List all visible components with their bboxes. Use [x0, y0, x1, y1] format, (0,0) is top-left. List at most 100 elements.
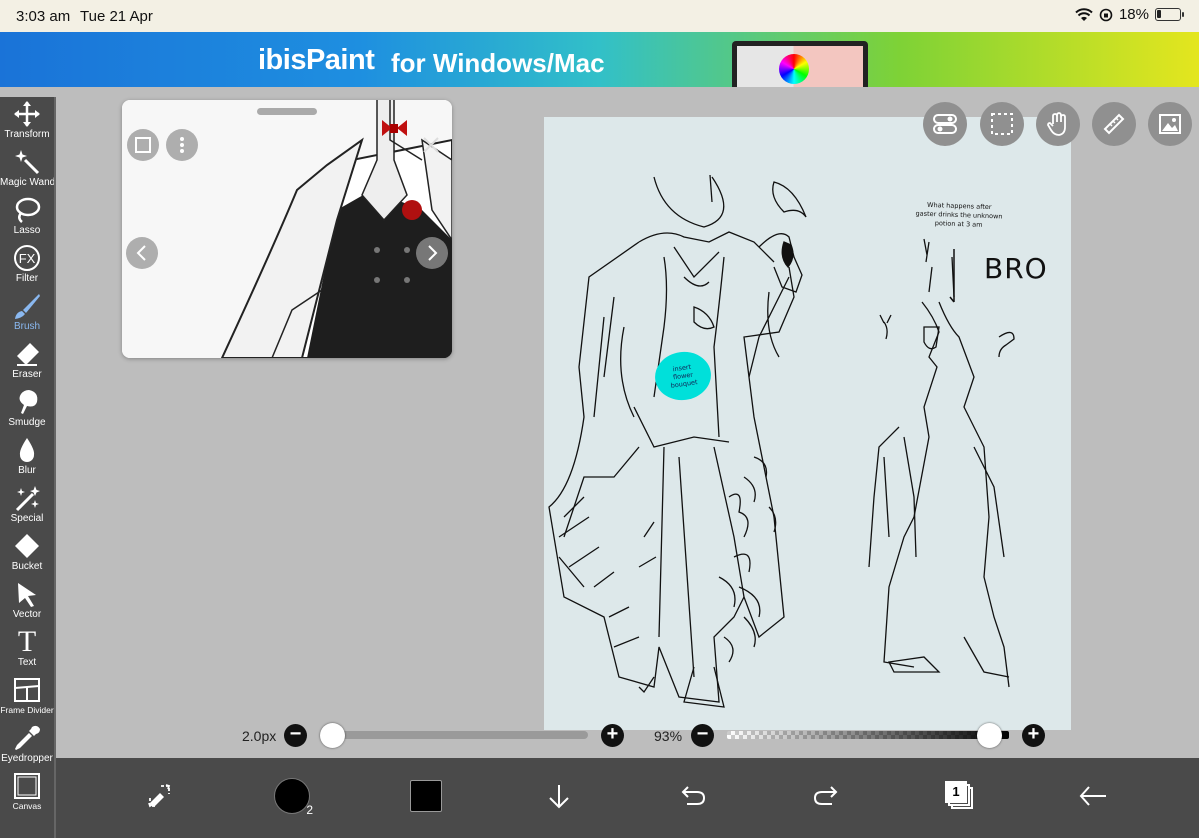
- tool-bucket[interactable]: Bucket: [0, 529, 54, 577]
- ruler-icon: [1103, 113, 1125, 135]
- tool-lasso[interactable]: Lasso: [0, 193, 54, 241]
- tool-label: Filter: [15, 273, 39, 284]
- back-button[interactable]: [1065, 768, 1121, 824]
- hand-icon: [1047, 112, 1066, 136]
- tool-label: Frame Divider: [0, 705, 54, 715]
- brush-size-slider-thumb[interactable]: [320, 723, 345, 748]
- status-icons: 18%: [1075, 6, 1184, 23]
- brush-size-decrease-button[interactable]: −: [284, 724, 307, 747]
- tool-eraser[interactable]: Eraser: [0, 337, 54, 385]
- bucket-icon: [15, 534, 39, 558]
- tool-label: Text: [17, 657, 37, 668]
- blur-icon: [19, 438, 35, 462]
- chevron-right-icon: [428, 245, 438, 261]
- close-icon: [423, 137, 439, 153]
- brush-icon: [15, 294, 40, 319]
- more-options-button[interactable]: [166, 129, 198, 161]
- brush-size-increase-button[interactable]: +: [601, 724, 624, 747]
- tool-label: Bucket: [11, 561, 43, 572]
- banner-tagline: for Windows/Mac: [391, 48, 605, 78]
- opacity-increase-button[interactable]: +: [1022, 724, 1045, 747]
- monitor-image: [732, 41, 868, 87]
- tool-label: Magic Wand: [0, 177, 56, 188]
- tool-label: Eyedropper: [1, 753, 53, 764]
- ad-banner[interactable]: ibisPaint for Windows/Mac: [0, 32, 1199, 87]
- canvas-icon: [14, 773, 40, 799]
- wifi-icon: [1075, 7, 1093, 21]
- tool-filter[interactable]: FX Filter: [0, 241, 54, 289]
- next-image-button[interactable]: [416, 237, 448, 269]
- tool-label: Smudge: [8, 417, 46, 428]
- toggle-icon: [933, 114, 957, 134]
- banner-brand: ibisPaint: [258, 44, 375, 76]
- tool-magic-wand[interactable]: Magic Wand: [0, 145, 56, 193]
- selection-icon: [991, 113, 1013, 135]
- tool-canvas[interactable]: Canvas: [0, 769, 54, 817]
- vector-cursor-icon: [18, 583, 36, 607]
- filter-icon-text: FX: [19, 251, 36, 266]
- opacity-decrease-button[interactable]: −: [691, 724, 714, 747]
- battery-icon: [1155, 8, 1184, 21]
- tool-label: Canvas: [12, 801, 42, 811]
- tool-label: Special: [10, 513, 44, 524]
- tool-label: Lasso: [13, 225, 41, 236]
- tool-label: Vector: [12, 609, 42, 620]
- opacity-slider[interactable]: [727, 731, 1009, 739]
- reference-image-button[interactable]: [1148, 102, 1192, 146]
- text-icon: T: [17, 625, 37, 658]
- ruler-button[interactable]: [1092, 102, 1136, 146]
- fit-button[interactable]: [127, 129, 159, 161]
- special-icon: [15, 486, 40, 512]
- brush-size-value: 2.0px: [242, 728, 277, 744]
- lasso-icon: [15, 197, 41, 223]
- download-button[interactable]: [531, 768, 587, 824]
- layers-button[interactable]: 1: [932, 768, 988, 824]
- drag-handle[interactable]: [257, 108, 317, 115]
- reference-window[interactable]: [122, 100, 452, 358]
- undo-button[interactable]: [665, 768, 721, 824]
- tool-special[interactable]: Special: [0, 481, 54, 529]
- eyedropper-icon: [15, 725, 40, 750]
- color-swatch-button[interactable]: [398, 768, 454, 824]
- selection-button[interactable]: [980, 102, 1024, 146]
- tool-label: Transform: [4, 129, 50, 140]
- toolbar-divider: [54, 97, 56, 838]
- tool-smudge[interactable]: Smudge: [0, 385, 54, 433]
- opacity-value: 93%: [654, 728, 683, 744]
- hand-button[interactable]: [1036, 102, 1080, 146]
- clock: 3:03 am: [16, 8, 71, 25]
- layers-icon: 1: [945, 781, 975, 811]
- transform-icon: [14, 101, 40, 127]
- eraser-icon: [17, 343, 39, 366]
- toggle-button[interactable]: [923, 102, 967, 146]
- status-bar: 3:03 am Tue 21 Apr 18%: [0, 0, 1199, 32]
- tool-text[interactable]: T Text: [0, 625, 54, 673]
- sketch-note: What happens after gaster drinks the unk…: [899, 200, 1020, 231]
- color-swatch-icon: [410, 780, 442, 812]
- layer-count: 1: [945, 781, 967, 803]
- sketch-shout: BRO: [984, 252, 1048, 285]
- date: Tue 21 Apr: [80, 8, 153, 25]
- opacity-slider-thumb[interactable]: [976, 723, 1002, 748]
- redo-button[interactable]: [798, 768, 854, 824]
- tool-vector[interactable]: Vector: [0, 577, 54, 625]
- reference-image-icon: [1159, 114, 1181, 134]
- tool-blur[interactable]: Blur: [0, 433, 54, 481]
- close-button[interactable]: [418, 132, 444, 158]
- redo-icon: [813, 786, 838, 805]
- swap-tools-button[interactable]: [131, 768, 187, 824]
- brush-size-slider[interactable]: [333, 731, 588, 739]
- undo-icon: [681, 786, 706, 805]
- tool-transform[interactable]: Transform: [0, 97, 54, 145]
- previous-image-button[interactable]: [126, 237, 158, 269]
- tool-sidebar: Transform Magic Wand Lasso FX Filter Bru…: [0, 97, 56, 838]
- brush-preview-button[interactable]: 2: [264, 768, 320, 824]
- tool-brush[interactable]: Brush: [0, 289, 54, 337]
- tool-eyedropper[interactable]: Eyedropper: [0, 721, 54, 769]
- frame-divider-icon: [14, 678, 40, 702]
- tool-label: Eraser: [12, 369, 42, 380]
- bracket-mark: [949, 249, 955, 303]
- tool-frame-divider[interactable]: Frame Divider: [0, 673, 54, 721]
- drawing-canvas[interactable]: What happens after gaster drinks the unk…: [544, 117, 1071, 730]
- brush-size-badge: 2: [306, 803, 313, 817]
